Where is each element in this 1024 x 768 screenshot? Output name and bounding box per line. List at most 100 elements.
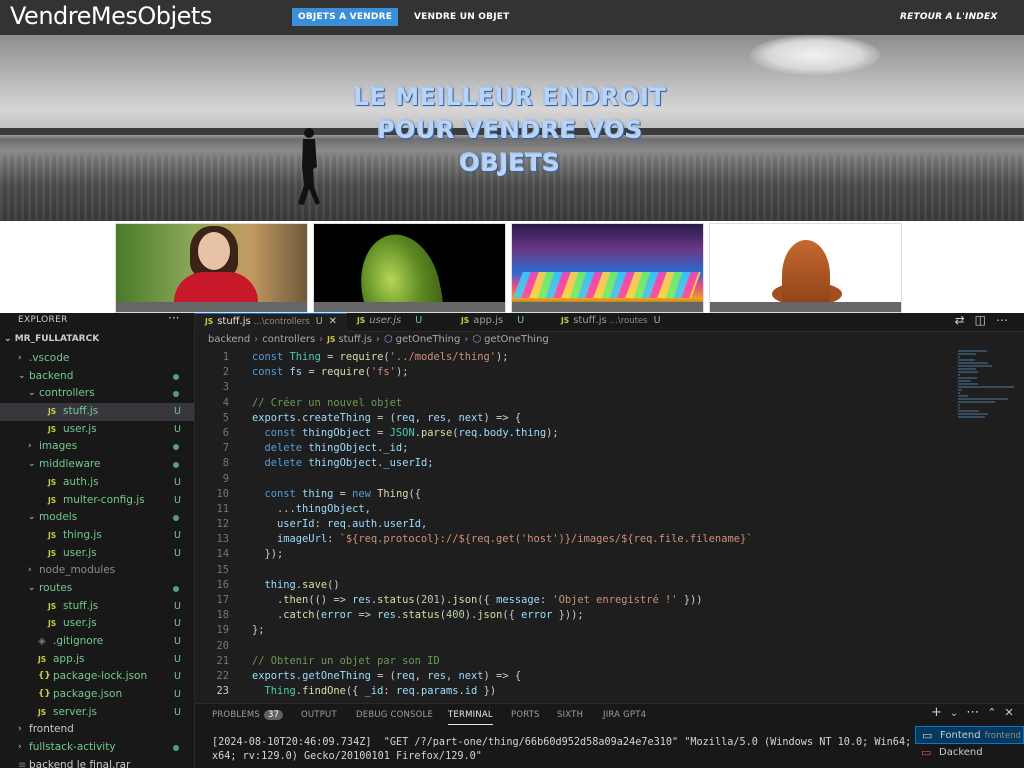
tree-item[interactable]: JS app.js U <box>0 651 194 669</box>
code-line[interactable]: 15 <box>195 563 955 578</box>
panel-tab-terminal[interactable]: TERMINAL <box>448 710 493 725</box>
code-editor[interactable]: 1 const Thing = require('../models/thing'… <box>195 350 955 710</box>
tree-item[interactable]: ⌄ routes <box>0 580 194 598</box>
line-number: 18 <box>216 609 229 622</box>
tab-app[interactable]: JS app.js U <box>451 313 551 332</box>
breadcrumb-item[interactable]: backend <box>208 334 250 345</box>
tree-item[interactable]: › node_modules <box>0 562 194 580</box>
code-line[interactable]: 22 exports.getOneThing = (req, res, next)… <box>195 669 955 684</box>
more-actions-icon[interactable]: ⋯ <box>966 705 987 720</box>
tree-item[interactable]: ◈ .gitignore U <box>0 633 194 651</box>
product-card-sculpture[interactable] <box>709 223 902 313</box>
new-terminal-icon[interactable]: + <box>931 705 950 720</box>
minimap-line <box>958 410 979 412</box>
tree-item[interactable]: JS stuff.js U <box>0 403 194 421</box>
untracked-badge: U <box>174 636 181 647</box>
tree-item[interactable]: JS multer-config.js U <box>0 492 194 510</box>
tab-user[interactable]: JS user.js U <box>347 313 445 332</box>
tab-stuff-routes[interactable]: JS stuff.js ...\routes U <box>551 313 691 332</box>
untracked-badge: U <box>174 494 181 506</box>
tree-item[interactable]: JS server.js U <box>0 704 194 722</box>
tree-item[interactable]: JS user.js U <box>0 615 194 633</box>
minimap-line <box>958 359 975 361</box>
tree-item[interactable]: ⌄ middleware <box>0 456 194 474</box>
minimap[interactable] <box>958 350 1018 450</box>
compare-changes-icon[interactable]: ⇄ <box>955 313 975 327</box>
code-line[interactable]: 2 const fs = require('fs'); <box>195 365 955 380</box>
panel-tab-ports[interactable]: PORTS <box>511 710 540 720</box>
more-actions-icon[interactable]: ⋯ <box>996 313 1018 327</box>
more-actions-icon[interactable]: ··· <box>168 313 179 325</box>
code-line[interactable]: 10 const thing = new Thing({ <box>195 487 955 502</box>
code-line[interactable]: 4 // Créer un nouvel objet <box>195 396 955 411</box>
code-line[interactable]: 13 imageUrl: `${req.protocol}://${req.ge… <box>195 532 955 547</box>
tree-item[interactable]: JS user.js U <box>0 545 194 563</box>
tree-item[interactable]: JS thing.js U <box>0 527 194 545</box>
panel-tab-sixth[interactable]: SIXTH <box>557 710 583 720</box>
breadcrumb-item[interactable]: stuff.js <box>338 334 372 345</box>
code-line[interactable]: 14 }); <box>195 547 955 562</box>
tree-item[interactable]: › frontend <box>0 721 194 739</box>
maximize-panel-icon[interactable]: ⌃ <box>987 706 1004 719</box>
nav-objets-a-vendre[interactable]: OBJETS A VENDRE <box>292 8 399 26</box>
terminal-item-dackend[interactable]: ▭ Dackend <box>915 744 1024 762</box>
tree-item[interactable]: ≡ backend le final.rar <box>0 757 194 768</box>
minimap-line <box>958 392 960 394</box>
code-line[interactable]: 12 userId: req.auth.userId, <box>195 517 955 532</box>
code-line[interactable]: 1 const Thing = require('../models/thing'… <box>195 350 955 365</box>
tree-item[interactable]: ⌄ models <box>0 509 194 527</box>
code-line[interactable]: 9 <box>195 472 955 487</box>
code-line[interactable]: 3 <box>195 380 955 395</box>
close-icon[interactable]: ✕ <box>329 316 337 327</box>
tree-item-label: multer-config.js <box>63 493 145 506</box>
terminal-item-fontend[interactable]: ▭ Fontend frontend <box>915 726 1024 744</box>
breadcrumb-item[interactable]: controllers <box>262 334 315 345</box>
code-text: ...thingObject, <box>252 502 371 515</box>
code-line[interactable]: 23 Thing.findOne({ _id: req.params.id }) <box>195 684 955 699</box>
code-line[interactable]: 11 ...thingObject, <box>195 502 955 517</box>
breadcrumb-item[interactable]: getOneThing <box>396 334 461 345</box>
tree-item[interactable]: {} package.json U <box>0 686 194 704</box>
tree-item[interactable]: › .vscode <box>0 350 194 368</box>
split-editor-icon[interactable]: ◫ <box>975 313 996 327</box>
code-line[interactable]: 19}; <box>195 623 955 638</box>
tree-item[interactable]: ⌄ backend <box>0 368 194 386</box>
nav-vendre-un-objet[interactable]: VENDRE UN OBJET <box>408 8 515 26</box>
tree-item[interactable]: {} package-lock.json U <box>0 668 194 686</box>
close-panel-icon[interactable]: ✕ <box>1005 706 1022 719</box>
code-line[interactable]: 18 .catch(error => res.status(400).json(… <box>195 608 955 623</box>
tree-item-label: images <box>39 440 78 453</box>
tree-item[interactable]: › images <box>0 438 194 456</box>
breadcrumb-item[interactable]: getOneThing <box>484 334 549 345</box>
terminal-output[interactable]: [2024-08-10T20:46:09.734Z] "GET /?/part-… <box>212 736 917 764</box>
tree-item[interactable]: JS auth.js U <box>0 474 194 492</box>
product-card-keyboard[interactable] <box>511 223 704 313</box>
tree-item[interactable]: › fullstack-activity <box>0 739 194 757</box>
site-logo[interactable]: VendreMesObjets <box>10 2 212 30</box>
nav-retour-index[interactable]: RETOUR A L'INDEX <box>894 8 1003 26</box>
product-card-cucumber[interactable] <box>313 223 506 313</box>
js-file-icon: JS <box>48 601 57 611</box>
code-line[interactable]: 16 thing.save() <box>195 578 955 593</box>
tab-label: stuff.js <box>217 316 251 327</box>
code-line[interactable]: 7 delete thingObject._id; <box>195 441 955 456</box>
terminal-icon: ▭ <box>921 746 932 759</box>
panel-tab-jira-gpt4[interactable]: JIRA GPT4 <box>603 710 646 720</box>
panel-tab-debug-console[interactable]: DEBUG CONSOLE <box>356 710 433 720</box>
workspace-root[interactable]: ⌄ MR_FULLATARCK <box>4 334 99 344</box>
code-line[interactable]: 20 <box>195 639 955 654</box>
panel-tab-problems[interactable]: PROBLEMS 37 <box>212 710 284 720</box>
code-line[interactable]: 8 delete thingObject._userId; <box>195 456 955 471</box>
panel-tab-output[interactable]: OUTPUT <box>301 710 337 720</box>
product-card-woman[interactable] <box>115 223 308 313</box>
code-line[interactable]: 6 const thingObject = JSON.parse(req.bod… <box>195 426 955 441</box>
tree-item[interactable]: ⌄ controllers <box>0 385 194 403</box>
code-line[interactable]: 5 exports.createThing = (req, res, next) … <box>195 411 955 426</box>
tree-item[interactable]: JS user.js U <box>0 421 194 439</box>
chevron-down-icon[interactable]: ⌄ <box>950 708 966 719</box>
tree-item[interactable]: JS stuff.js U <box>0 598 194 616</box>
chevron-right-icon: › <box>28 565 32 576</box>
code-line[interactable]: 17 .then(() => res.status(201).json({ me… <box>195 593 955 608</box>
tab-stuff-controllers[interactable]: JS stuff.js ...\controllers U ✕ <box>195 313 347 332</box>
code-line[interactable]: 21 // Obtenir un objet par son ID <box>195 654 955 669</box>
